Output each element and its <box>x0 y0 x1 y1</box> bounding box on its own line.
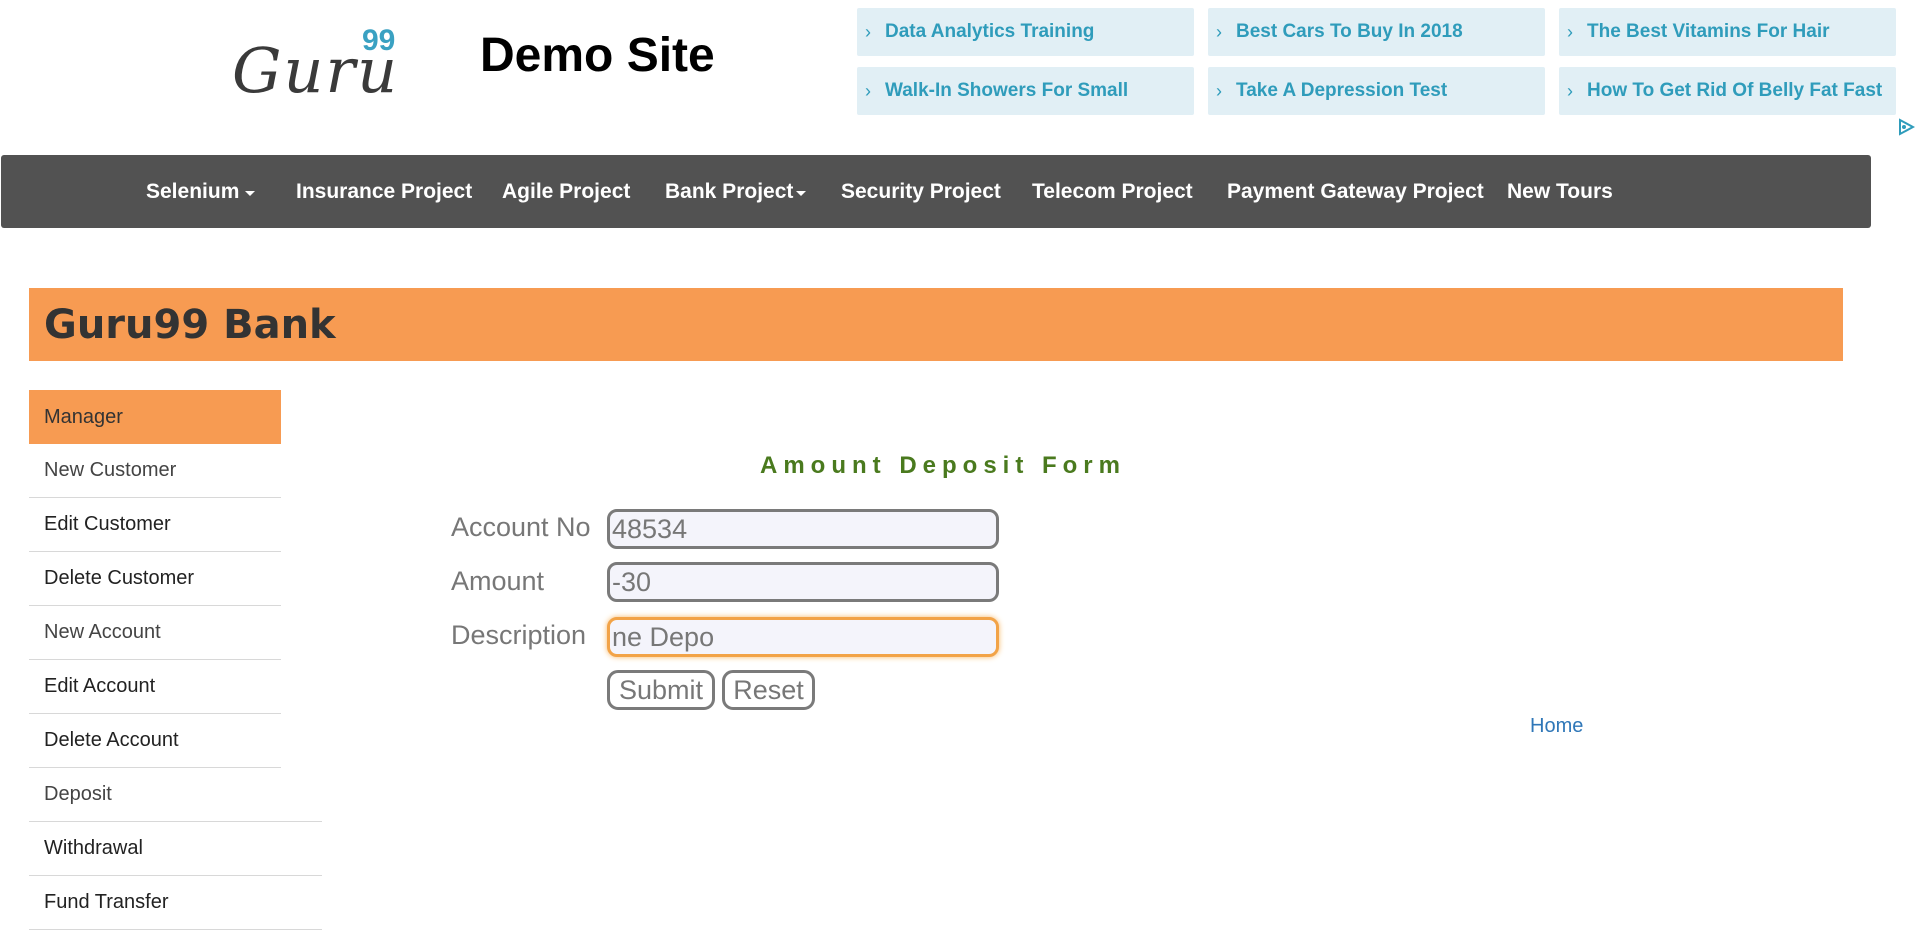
guru99-logo[interactable]: Guru 99 <box>232 22 402 107</box>
form-title: Amount Deposit Form <box>760 452 1126 479</box>
sidebar-item-label: Manager <box>44 405 123 428</box>
nav-payment-gateway-project[interactable]: Payment Gateway Project <box>1227 155 1484 228</box>
ad-link[interactable]: › Data Analytics Training <box>857 8 1194 56</box>
sidebar-item-label: New Account <box>44 621 161 643</box>
site-title: Demo Site <box>480 29 715 82</box>
sidebar-item-label: Withdrawal <box>44 837 143 859</box>
ad-link[interactable]: › Walk-In Showers For Small <box>857 67 1194 115</box>
sidebar-item-label: Delete Customer <box>44 567 195 589</box>
sidebar-item-delete-customer[interactable]: Delete Customer <box>29 552 281 606</box>
nav-label: Selenium <box>146 179 240 203</box>
logo-number: 99 <box>362 24 396 57</box>
caret-down-icon <box>796 190 807 196</box>
nav-label: Telecom Project <box>1032 179 1193 203</box>
sidebar-item-edit-account[interactable]: Edit Account <box>29 660 281 714</box>
bank-banner: Guru99 Bank <box>29 288 1843 361</box>
nav-label: New Tours <box>1507 179 1613 203</box>
amount-label: Amount <box>451 566 545 596</box>
chevron-right-icon: › <box>1216 21 1222 42</box>
ad-label: How To Get Rid Of Belly Fat Fast <box>1587 80 1883 101</box>
description-label: Description <box>451 620 587 650</box>
nav-selenium[interactable]: Selenium <box>146 155 256 228</box>
chevron-right-icon: › <box>1216 80 1222 101</box>
nav-insurance-project[interactable]: Insurance Project <box>296 155 472 228</box>
ad-link[interactable]: › How To Get Rid Of Belly Fat Fast <box>1559 67 1896 115</box>
nav-new-tours[interactable]: New Tours <box>1507 155 1613 228</box>
ad-link[interactable]: › Take A Depression Test <box>1208 67 1545 115</box>
home-link[interactable]: Home <box>1530 715 1583 738</box>
sidebar-item-label: Deposit <box>44 783 112 805</box>
ad-label: The Best Vitamins For Hair <box>1587 21 1830 42</box>
sidebar-item-label: Fund Transfer <box>44 891 169 913</box>
sidebar-item-edit-customer[interactable]: Edit Customer <box>29 498 281 552</box>
account-no-label: Account No <box>451 512 591 542</box>
sidebar-item-label: Delete Account <box>44 729 179 751</box>
nav-label: Insurance Project <box>296 179 473 203</box>
bank-title: Guru99 Bank <box>44 302 336 348</box>
reset-button[interactable]: Reset <box>722 670 815 710</box>
ad-label: Take A Depression Test <box>1236 80 1448 101</box>
nav-label: Payment Gateway Project <box>1227 179 1484 203</box>
nav-security-project[interactable]: Security Project <box>841 155 1001 228</box>
description-input[interactable]: ne Depo <box>607 617 999 657</box>
ad-label: Best Cars To Buy In 2018 <box>1236 21 1463 42</box>
sidebar-item-label: Edit Customer <box>44 513 171 535</box>
nav-agile-project[interactable]: Agile Project <box>502 155 630 228</box>
adchoices-icon[interactable] <box>1897 118 1915 136</box>
chevron-right-icon: › <box>1567 21 1573 42</box>
sidebar-item-delete-account[interactable]: Delete Account <box>29 714 281 768</box>
nav-telecom-project[interactable]: Telecom Project <box>1032 155 1193 228</box>
chevron-right-icon: › <box>865 21 871 42</box>
account-no-input[interactable]: 48534 <box>607 509 999 549</box>
nav-bank-project[interactable]: Bank Project <box>665 155 807 228</box>
amount-input[interactable]: -30 <box>607 562 999 602</box>
sidebar-item-new-account[interactable]: New Account <box>29 606 281 660</box>
chevron-right-icon: › <box>1567 80 1573 101</box>
sidebar-item-label: Edit Account <box>44 675 156 697</box>
sidebar-item-label: New Customer <box>44 459 177 481</box>
ad-link[interactable]: › Best Cars To Buy In 2018 <box>1208 8 1545 56</box>
sidebar-item-deposit[interactable]: Deposit <box>29 768 322 822</box>
sidebar-item-manager[interactable]: Manager <box>29 390 281 444</box>
chevron-right-icon: › <box>865 80 871 101</box>
caret-down-icon <box>245 190 256 196</box>
submit-button[interactable]: Submit <box>607 670 715 710</box>
ad-label: Data Analytics Training <box>885 21 1095 42</box>
ad-label: Walk-In Showers For Small <box>885 80 1129 101</box>
sidebar-item-fund-transfer[interactable]: Fund Transfer <box>29 876 322 930</box>
ad-link[interactable]: › The Best Vitamins For Hair <box>1559 8 1896 56</box>
main-navbar: Selenium Insurance Project Agile Project… <box>1 155 1871 228</box>
sidebar-item-withdrawal[interactable]: Withdrawal <box>29 822 322 876</box>
nav-label: Agile Project <box>502 179 631 203</box>
sidebar-item-new-customer[interactable]: New Customer <box>29 444 281 498</box>
nav-label: Bank Project <box>665 179 794 203</box>
nav-label: Security Project <box>841 179 1001 203</box>
